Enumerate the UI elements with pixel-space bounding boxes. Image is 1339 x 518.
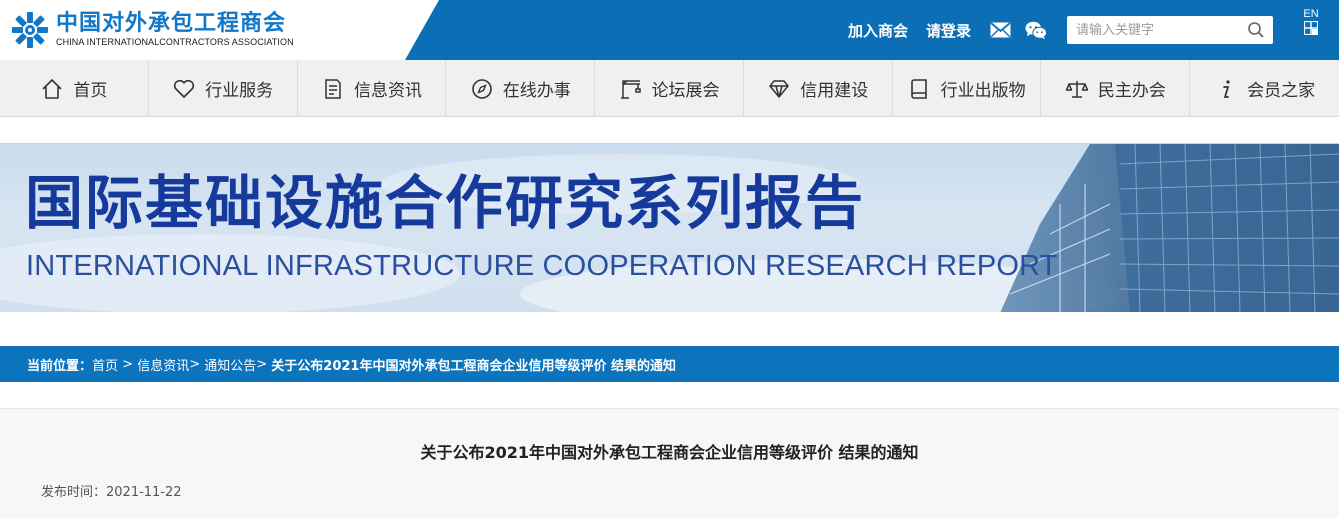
search-input[interactable]	[1067, 16, 1238, 44]
breadcrumb-news[interactable]: 信息资讯	[137, 355, 189, 374]
breadcrumb-prefix: 当前位置：	[27, 358, 93, 374]
breadcrumb-separator: >	[256, 356, 272, 372]
logo-text: 中国对外承包工程商会 CHINA INTERNATIONALCONTRACTOR…	[56, 12, 294, 48]
compass-icon	[471, 78, 492, 99]
publish-label: 发布时间：	[41, 485, 107, 500]
article-panel: 关于公布2021年中国对外承包工程商会企业信用等级评价 结果的通知 发布时间：2…	[0, 408, 1339, 518]
home-icon	[42, 78, 62, 99]
nav-item-members-home[interactable]: 会员之家	[1190, 60, 1339, 117]
info-icon	[1223, 79, 1230, 98]
diamond-icon	[769, 79, 790, 98]
crane-icon	[620, 79, 641, 99]
book-icon	[910, 78, 927, 99]
nav-label: 行业服务	[205, 81, 274, 101]
article-title: 关于公布2021年中国对外承包工程商会企业信用等级评价 结果的通知	[420, 443, 919, 462]
search-icon[interactable]	[1247, 21, 1265, 39]
wechat-icon[interactable]	[1025, 19, 1048, 41]
nav-item-news[interactable]: 信息资讯	[298, 60, 447, 117]
breadcrumb-notices[interactable]: 通知公告	[204, 355, 256, 374]
nav-item-online-services[interactable]: 在线办事	[446, 60, 596, 117]
nav-item-democratic-management[interactable]: 民主办会	[1041, 60, 1191, 117]
publish-info: 发布时间：2021-11-22	[41, 481, 182, 500]
banner-subtitle: INTERNATIONAL INFRASTRUCTURE COOPERATION…	[26, 250, 1058, 282]
nav-item-credit[interactable]: 信用建设	[744, 60, 893, 117]
nav-label: 首页	[73, 81, 108, 101]
grid-icon	[1303, 20, 1319, 36]
nav-label: 信用建设	[800, 81, 869, 101]
nav-item-industry-services[interactable]: 行业服务	[149, 60, 298, 117]
breadcrumb: 当前位置： 首页 > 信息资讯 > 通知公告 > 关于公布2021年中国对外承包…	[0, 346, 1339, 382]
nav-item-publications[interactable]: 行业出版物	[893, 60, 1042, 117]
nav-label: 论坛展会	[651, 81, 720, 101]
logo-english-name: CHINA INTERNATIONALCONTRACTORS ASSOCIATI…	[56, 37, 294, 47]
nav-item-home[interactable]: 首页	[0, 60, 149, 117]
login-link[interactable]: 请登录	[926, 20, 971, 41]
site-logo[interactable]: 中国对外承包工程商会 CHINA INTERNATIONALCONTRACTOR…	[10, 6, 294, 54]
breadcrumb-current: 关于公布2021年中国对外承包工程商会企业信用等级评价 结果的通知	[271, 358, 677, 374]
logo-emblem-icon	[12, 12, 48, 48]
language-switch[interactable]: EN	[1301, 8, 1321, 38]
search-box	[1067, 16, 1274, 44]
publish-date: 2021-11-22	[106, 485, 182, 500]
banner-title: 国际基础设施合作研究系列报告	[25, 169, 866, 237]
document-icon	[325, 78, 341, 99]
main-nav: 首页 行业服务 信息资讯 在线办事 论坛展会 信用建设 行业出版物 民主办会 会…	[0, 60, 1339, 117]
join-link[interactable]: 加入商会	[848, 20, 908, 41]
header-actions: 加入商会 请登录	[848, 15, 1274, 45]
breadcrumb-separator: >	[189, 356, 205, 372]
nav-label: 在线办事	[502, 81, 571, 101]
breadcrumb-home[interactable]: 首页	[92, 355, 118, 374]
nav-label: 行业出版物	[940, 81, 1026, 101]
language-label: EN	[1303, 8, 1319, 20]
breadcrumb-separator: >	[118, 356, 138, 372]
nav-label: 民主办会	[1097, 81, 1166, 101]
logo-chinese-name: 中国对外承包工程商会	[56, 11, 287, 36]
nav-label: 信息资讯	[353, 81, 422, 101]
heart-icon	[174, 79, 195, 98]
nav-label: 会员之家	[1247, 81, 1316, 101]
mail-icon[interactable]	[989, 19, 1011, 41]
header: 中国对外承包工程商会 CHINA INTERNATIONALCONTRACTOR…	[0, 0, 1339, 60]
hero-banner: 国际基础设施合作研究系列报告 INTERNATIONAL INFRASTRUCT…	[0, 143, 1339, 312]
scales-icon	[1065, 80, 1089, 98]
nav-item-forums-exhibitions[interactable]: 论坛展会	[595, 60, 744, 117]
